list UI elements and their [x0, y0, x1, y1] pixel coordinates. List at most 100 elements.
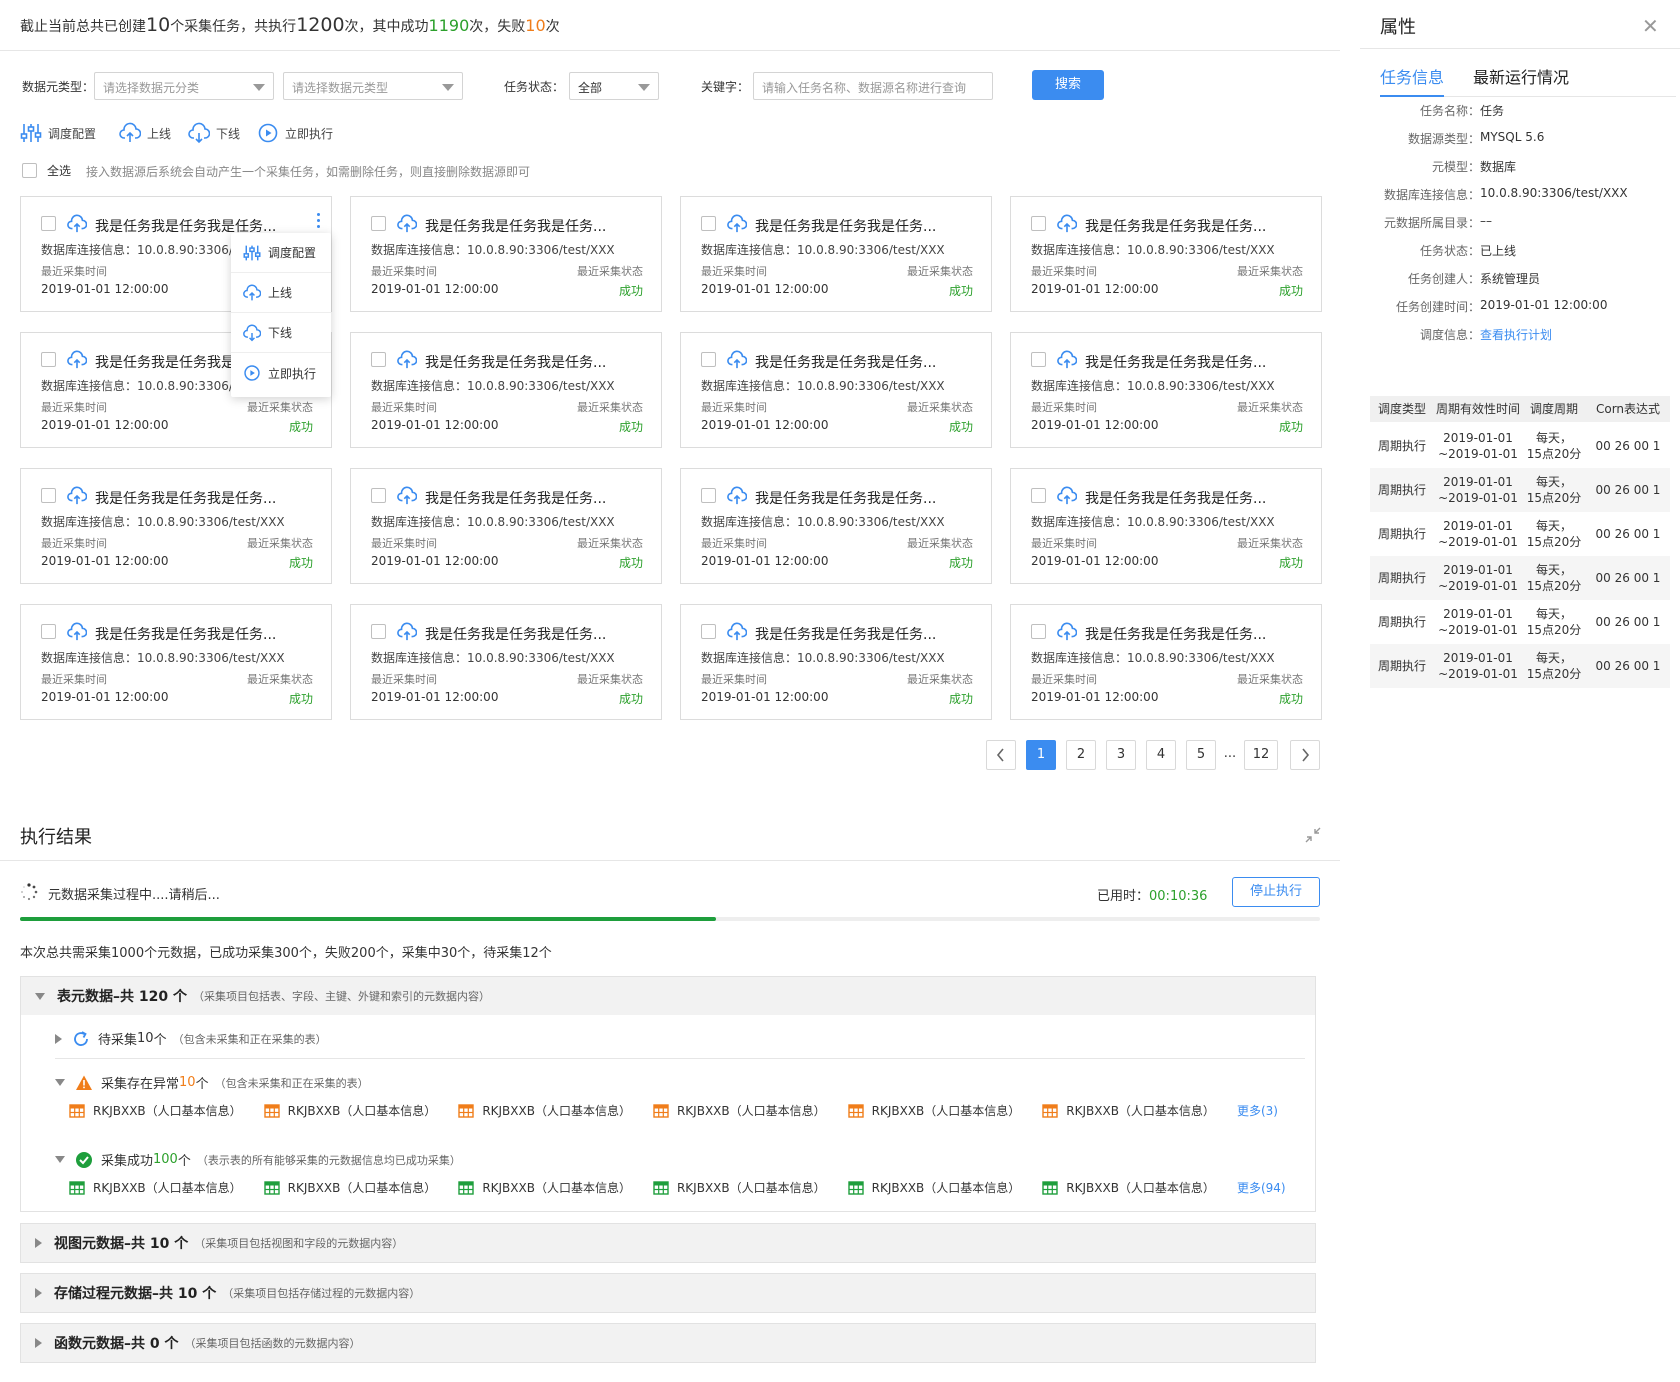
- menu-item-offline[interactable]: 下线: [231, 313, 331, 353]
- checkbox[interactable]: [22, 163, 37, 178]
- card-checkbox[interactable]: [371, 352, 386, 367]
- task-card[interactable]: 我是任务我是任务我是任务... 数据库连接信息：10.0.8.90:3306/te…: [20, 468, 332, 584]
- card-checkbox[interactable]: [371, 624, 386, 639]
- group-header[interactable]: 存储过程元数据–共 10 个 （采集项目包括存储过程的元数据内容）: [21, 1274, 1315, 1312]
- subgroup-error[interactable]: 采集存在异常 10 个 （包含未采集和正在采集的表）: [55, 1073, 369, 1092]
- table-item[interactable]: RKJBXXB（人口基本信息）: [1042, 1102, 1215, 1119]
- task-card[interactable]: 我是任务我是任务我是任务... 数据库连接信息：10.0.8.90:3306/te…: [350, 604, 662, 720]
- subgroup-success[interactable]: 采集成功 100 个 （表示表的所有能够采集的元数据信息均已成功采集）: [55, 1150, 461, 1169]
- card-checkbox[interactable]: [1031, 624, 1046, 639]
- more-link[interactable]: 更多(3): [1237, 1102, 1278, 1119]
- page-3[interactable]: 3: [1106, 740, 1136, 770]
- panel-title: 属性: [1380, 17, 1416, 38]
- status-label: 最近采集状态: [577, 401, 643, 414]
- task-card[interactable]: 我是任务我是任务我是任务... 数据库连接信息：10.0.8.90:3306/te…: [680, 468, 992, 584]
- cell-period: 2019-01-01: [1443, 431, 1513, 445]
- elapsed-time: 已用时：00:10:36: [1097, 885, 1207, 904]
- table-item[interactable]: RKJBXXB（人口基本信息）: [69, 1102, 242, 1119]
- task-card[interactable]: 我是任务我是任务我是任务... 数据库连接信息：10.0.8.90:3306/te…: [350, 468, 662, 584]
- meta-category-select[interactable]: 请选择数据元分类: [94, 72, 274, 100]
- conn-label: 数据库连接信息：: [701, 243, 798, 257]
- page-2[interactable]: 2: [1066, 740, 1096, 770]
- group-title: 表元数据–共 120 个: [57, 989, 187, 1005]
- subgroup-pending[interactable]: 待采集 10 个 （包含未采集和正在采集的表）: [55, 1029, 327, 1048]
- task-card[interactable]: 我是任务我是任务我是任务... 数据库连接信息：10.0.8.90:3306/te…: [680, 196, 992, 312]
- search-button[interactable]: 搜索: [1032, 70, 1104, 100]
- table-item[interactable]: RKJBXXB（人口基本信息）: [263, 1102, 436, 1119]
- execute-now-button[interactable]: 立即执行: [257, 122, 333, 144]
- table-item[interactable]: RKJBXXB（人口基本信息）: [653, 1179, 826, 1196]
- group-header[interactable]: 表元数据–共 120 个 （采集项目包括表、字段、主键、外键和索引的元数据内容）: [21, 977, 1315, 1015]
- collapse-icon[interactable]: [1304, 826, 1322, 844]
- tab-latest-run[interactable]: 最新运行情况: [1473, 64, 1569, 88]
- next-page-button[interactable]: [1290, 740, 1320, 770]
- keyword-input[interactable]: 请输入任务名称、数据源名称进行查询: [753, 72, 993, 100]
- online-button[interactable]: 上线: [119, 122, 171, 144]
- meta-type-select[interactable]: 请选择数据元类型: [283, 72, 463, 100]
- card-checkbox[interactable]: [701, 488, 716, 503]
- cell-period: ~2019-01-01: [1438, 623, 1518, 637]
- menu-item-online[interactable]: 上线: [231, 273, 331, 313]
- card-checkbox[interactable]: [41, 624, 56, 639]
- task-card[interactable]: 我是任务我是任务我是任务... 数据库连接信息：10.0.8.90:3306/te…: [680, 604, 992, 720]
- task-card[interactable]: 我是任务我是任务我是任务... 数据库连接信息：10.0.8.90:3306/te…: [350, 196, 662, 312]
- cell-cycle: 15点20分: [1526, 623, 1582, 637]
- more-link[interactable]: 更多(94): [1237, 1179, 1286, 1196]
- table-item[interactable]: RKJBXXB（人口基本信息）: [1042, 1179, 1215, 1196]
- table-item[interactable]: RKJBXXB（人口基本信息）: [263, 1179, 436, 1196]
- page-12[interactable]: 12: [1244, 740, 1278, 770]
- toolbar-label: 调度配置: [48, 126, 97, 141]
- table-item[interactable]: RKJBXXB（人口基本信息）: [458, 1179, 631, 1196]
- select-all-checkbox[interactable]: 全选: [22, 162, 71, 179]
- close-icon[interactable]: ✕: [1642, 14, 1659, 38]
- table-item[interactable]: RKJBXXB（人口基本信息）: [458, 1102, 631, 1119]
- chevron-left-icon: [996, 748, 1004, 762]
- group-header[interactable]: 视图元数据–共 10 个 （采集项目包括视图和字段的元数据内容）: [21, 1224, 1315, 1262]
- property-value[interactable]: 查看执行计划: [1480, 326, 1552, 343]
- task-card[interactable]: 我是任务我是任务我是任务... 数据库连接信息：10.0.8.90:3306/te…: [350, 332, 662, 448]
- card-connection: 数据库连接信息：10.0.8.90:3306/test/XXX: [701, 241, 945, 258]
- task-card[interactable]: 我是任务我是任务我是任务... 数据库连接信息：10.0.8.90:3306/te…: [1010, 604, 1322, 720]
- table-item[interactable]: RKJBXXB（人口基本信息）: [653, 1102, 826, 1119]
- card-checkbox[interactable]: [701, 624, 716, 639]
- card-checkbox[interactable]: [701, 216, 716, 231]
- page-4[interactable]: 4: [1146, 740, 1176, 770]
- card-checkbox[interactable]: [371, 488, 386, 503]
- group-header[interactable]: 函数元数据–共 0 个 （采集项目包括函数的元数据内容）: [21, 1324, 1315, 1362]
- task-card[interactable]: 我是任务我是任务我是任务... 数据库连接信息：10.0.8.90:3306/te…: [680, 332, 992, 448]
- time-value: 2019-01-01 12:00:00: [701, 690, 829, 704]
- prev-page-button[interactable]: [986, 740, 1016, 770]
- task-card[interactable]: 我是任务我是任务我是任务... 数据库连接信息：10.0.8.90:3306/te…: [1010, 196, 1322, 312]
- stop-execution-button[interactable]: 停止执行: [1232, 877, 1320, 907]
- schedule-config-button[interactable]: 调度配置: [20, 122, 96, 144]
- property-key: 元数据所属目录：: [1383, 216, 1480, 230]
- conn-value: 10.0.8.90:3306/test/XXX: [1127, 515, 1275, 529]
- status-value: 成功: [948, 692, 973, 706]
- card-checkbox[interactable]: [371, 216, 386, 231]
- conn-label: 数据库连接信息：: [41, 243, 138, 257]
- card-checkbox[interactable]: [1031, 352, 1046, 367]
- card-checkbox[interactable]: [701, 352, 716, 367]
- summary-text: 截止当前总共已创建: [20, 19, 146, 35]
- more-vertical-icon[interactable]: [317, 213, 321, 231]
- table-item[interactable]: RKJBXXB（人口基本信息）: [847, 1102, 1020, 1119]
- table-item[interactable]: RKJBXXB（人口基本信息）: [69, 1179, 242, 1196]
- menu-item-execute[interactable]: 立即执行: [231, 353, 331, 393]
- page-5[interactable]: 5: [1186, 740, 1216, 770]
- card-checkbox[interactable]: [41, 352, 56, 367]
- offline-button[interactable]: 下线: [188, 122, 240, 144]
- table-item-label: RKJBXXB（人口基本信息）: [482, 1181, 631, 1195]
- task-card[interactable]: 我是任务我是任务我是任务... 数据库连接信息：10.0.8.90:3306/te…: [1010, 468, 1322, 584]
- card-checkbox[interactable]: [41, 216, 56, 231]
- menu-item-schedule[interactable]: 调度配置: [231, 233, 331, 273]
- task-card[interactable]: 我是任务我是任务我是任务... 数据库连接信息：10.0.8.90:3306/te…: [20, 604, 332, 720]
- cloud-upload-icon: [1057, 622, 1077, 641]
- task-card[interactable]: 我是任务我是任务我是任务... 数据库连接信息：10.0.8.90:3306/te…: [1010, 332, 1322, 448]
- page-1[interactable]: 1: [1026, 740, 1056, 770]
- tab-task-info[interactable]: 任务信息: [1380, 64, 1444, 88]
- card-checkbox[interactable]: [1031, 216, 1046, 231]
- status-select[interactable]: 全部: [569, 72, 659, 100]
- card-checkbox[interactable]: [41, 488, 56, 503]
- table-item[interactable]: RKJBXXB（人口基本信息）: [847, 1179, 1020, 1196]
- card-checkbox[interactable]: [1031, 488, 1046, 503]
